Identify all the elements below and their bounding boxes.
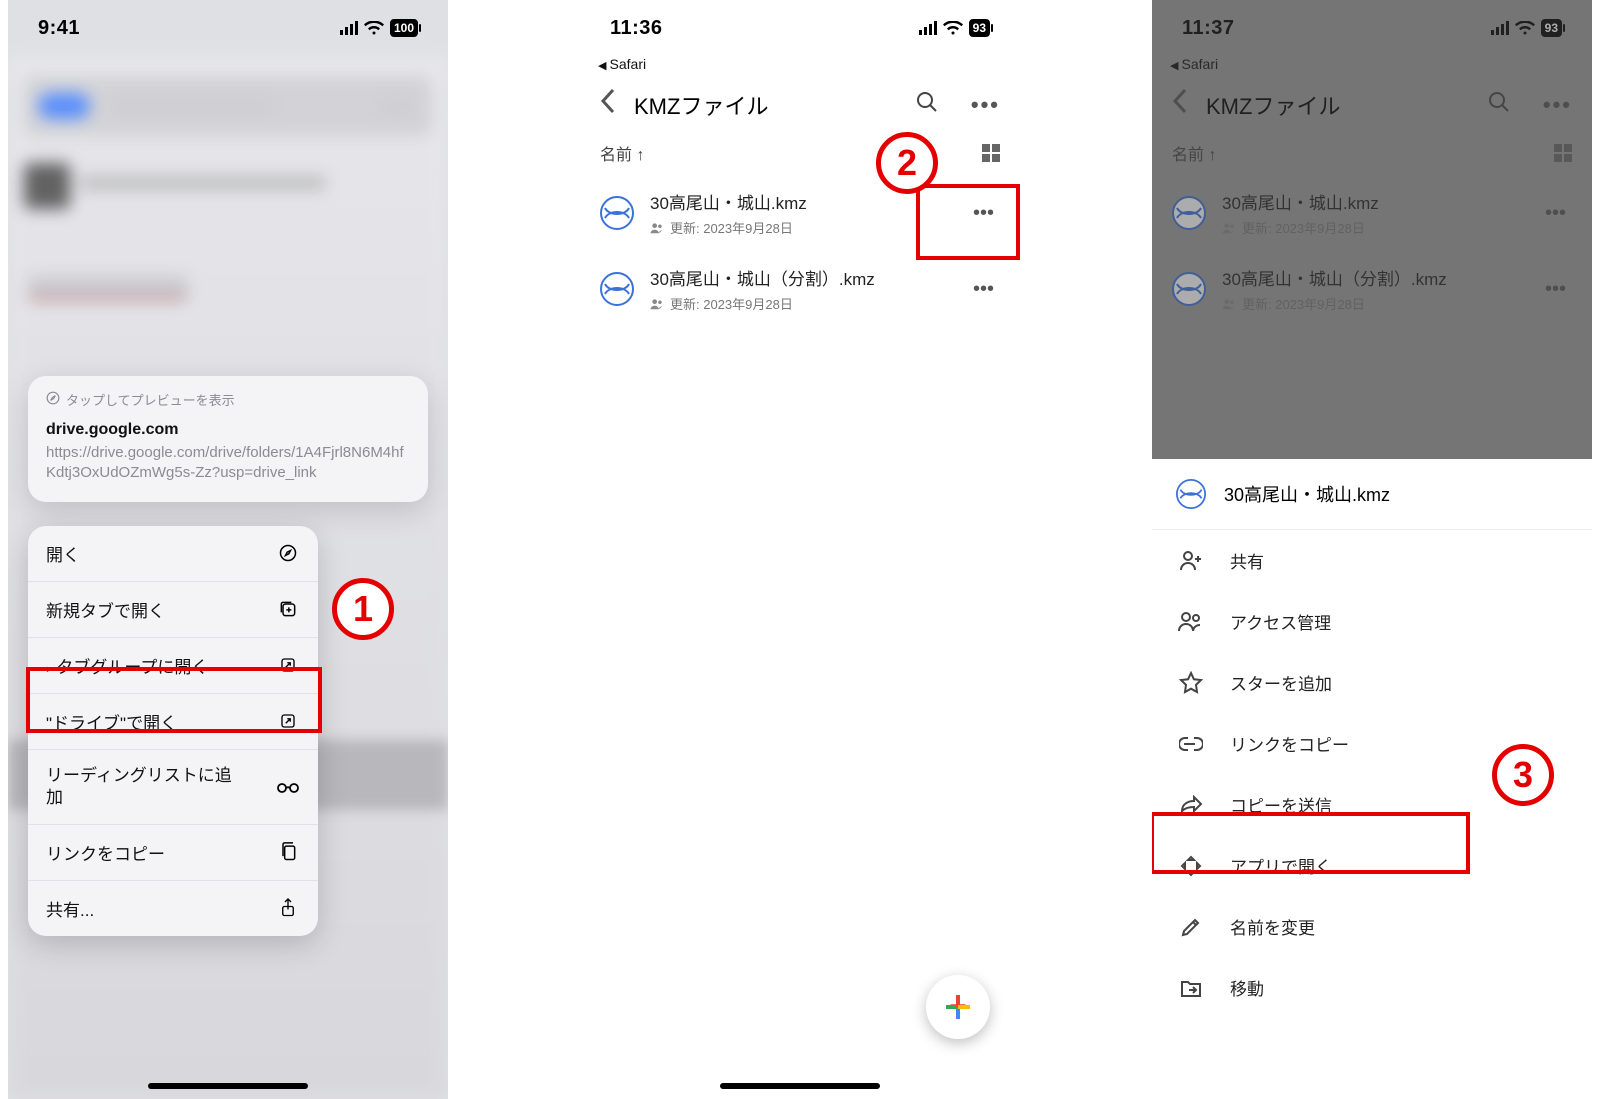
back-to-safari[interactable]: Safari bbox=[580, 56, 1020, 78]
file-name: 30高尾山・城山（分割）.kmz bbox=[650, 265, 875, 290]
person-add-icon bbox=[1178, 550, 1204, 572]
more-icon[interactable]: ••• bbox=[971, 92, 1000, 118]
highlight-box-3 bbox=[1152, 812, 1470, 874]
callout-1: 1 bbox=[332, 578, 394, 640]
screen-1-safari-context-menu: 9:41 100 タップしてプレビューを表示 dri bbox=[8, 0, 448, 1099]
callout-3: 3 bbox=[1492, 744, 1554, 806]
home-indicator bbox=[720, 1083, 880, 1089]
people-icon bbox=[1178, 611, 1204, 633]
preview-hint: タップしてプレビューを表示 bbox=[46, 390, 410, 409]
folder-title: KMZファイル bbox=[634, 89, 897, 121]
earth-file-icon bbox=[600, 196, 634, 230]
menu-copy-link[interactable]: リンクをコピー bbox=[28, 825, 318, 881]
move-folder-icon bbox=[1178, 978, 1204, 998]
home-indicator bbox=[148, 1083, 308, 1089]
status-time: 11:36 bbox=[610, 17, 663, 40]
screen-3-google-drive-sheet: 11:37 93 Safari KMZファイル ••• 名前 ↑ bbox=[1152, 0, 1592, 1099]
status-bar: 9:41 100 bbox=[8, 0, 448, 56]
back-icon[interactable] bbox=[600, 88, 616, 121]
file-row[interactable]: 30高尾山・城山（分割）.kmz 更新: 2023年9月28日 ••• bbox=[580, 251, 1020, 327]
signal-icon bbox=[919, 21, 937, 35]
plus-square-icon bbox=[276, 599, 300, 619]
glasses-icon bbox=[276, 779, 300, 795]
menu-new-tab[interactable]: 新規タブで開く bbox=[28, 582, 318, 638]
menu-open[interactable]: 開く bbox=[28, 526, 318, 582]
copy-doc-icon bbox=[276, 841, 300, 863]
signal-icon bbox=[340, 21, 358, 35]
earth-file-icon bbox=[600, 272, 634, 306]
sheet-share[interactable]: 共有 bbox=[1152, 530, 1592, 591]
fab-new[interactable]: + bbox=[926, 975, 990, 1039]
compass-icon bbox=[46, 391, 60, 408]
status-time: 9:41 bbox=[38, 17, 80, 40]
highlight-box-2 bbox=[916, 184, 1020, 260]
menu-reading-list[interactable]: リーディングリストに追加 bbox=[28, 750, 318, 825]
sheet-header: 30高尾山・城山.kmz bbox=[1152, 459, 1592, 530]
file-more-icon[interactable]: ••• bbox=[967, 278, 1000, 301]
link-icon bbox=[1178, 737, 1204, 751]
battery-icon: 93 bbox=[969, 19, 990, 37]
preview-url: https://drive.google.com/drive/folders/1… bbox=[46, 443, 410, 484]
pencil-icon bbox=[1178, 916, 1204, 938]
sheet-add-star[interactable]: スターを追加 bbox=[1152, 652, 1592, 713]
sheet-move[interactable]: 移動 bbox=[1152, 957, 1592, 1018]
highlight-box-1 bbox=[26, 667, 322, 733]
battery-icon: 100 bbox=[390, 19, 418, 37]
sort-row[interactable]: 名前 ↑ bbox=[580, 137, 1020, 175]
star-icon bbox=[1178, 671, 1204, 695]
link-preview-card[interactable]: タップしてプレビューを表示 drive.google.com https://d… bbox=[28, 376, 428, 502]
earth-file-icon bbox=[1176, 479, 1206, 509]
wifi-icon bbox=[943, 21, 963, 36]
file-name: 30高尾山・城山.kmz bbox=[650, 189, 807, 214]
sheet-rename[interactable]: 名前を変更 bbox=[1152, 896, 1592, 957]
menu-share[interactable]: 共有... bbox=[28, 881, 318, 936]
share-icon bbox=[276, 897, 300, 919]
file-sub: 更新: 2023年9月28日 bbox=[650, 218, 807, 237]
drive-header: KMZファイル ••• bbox=[580, 78, 1020, 137]
wifi-icon bbox=[364, 21, 384, 36]
sheet-manage-access[interactable]: アクセス管理 bbox=[1152, 591, 1592, 652]
callout-2: 2 bbox=[876, 132, 938, 194]
grid-view-icon[interactable] bbox=[982, 144, 1000, 162]
compass-icon bbox=[276, 543, 300, 563]
preview-title: drive.google.com bbox=[46, 421, 410, 439]
sheet-title: 30高尾山・城山.kmz bbox=[1224, 481, 1390, 507]
search-icon[interactable] bbox=[915, 90, 939, 120]
screen-2-google-drive-list: 11:36 93 Safari KMZファイル ••• 名前 ↑ 30高尾山・城… bbox=[580, 0, 1020, 1099]
file-sub: 更新: 2023年9月28日 bbox=[650, 294, 875, 313]
status-bar: 11:36 93 bbox=[580, 0, 1020, 56]
